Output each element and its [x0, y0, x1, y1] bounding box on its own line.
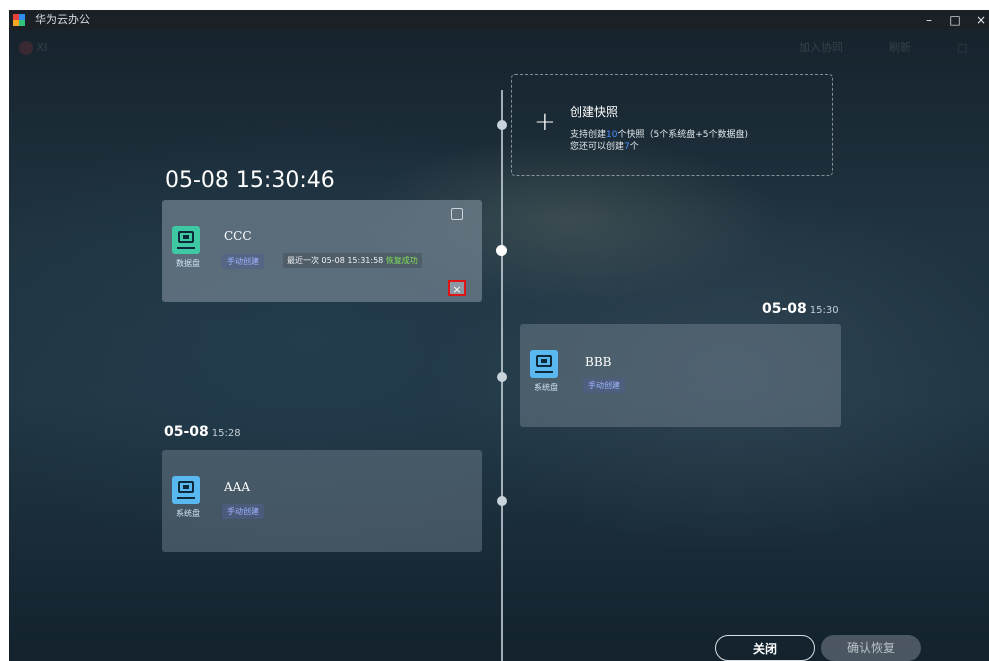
snapshot-remaining-text: 您还可以创建7个	[570, 142, 639, 152]
timeline-dot	[497, 120, 507, 130]
snapshot-card-bbb[interactable]: 系统盘 BBB 手动创建	[520, 324, 841, 427]
disk-type-label: 数据盘	[176, 259, 200, 268]
avatar-icon	[19, 41, 33, 55]
close-icon: ×	[452, 283, 462, 296]
close-window-button[interactable]: ×	[969, 10, 989, 30]
snapshot-name: CCC	[224, 229, 252, 243]
data-disk-icon	[172, 226, 200, 254]
confirm-restore-button[interactable]: 确认恢复	[821, 635, 921, 661]
snapshot-card-aaa[interactable]: 系统盘 AAA 手动创建	[162, 450, 482, 552]
timeline-dot	[497, 496, 507, 506]
create-snapshot-card[interactable]: + 创建快照 支持创建10个快照（5个系统盘+5个数据盘) 您还可以创建7个	[511, 74, 833, 176]
snapshot-name: AAA	[224, 480, 250, 494]
snapshot-time-heading: 05-08 15:28	[164, 424, 241, 440]
disk-type-label: 系统盘	[176, 509, 200, 518]
last-restore-info: 最近一次 05-08 15:31:58 恢复成功	[283, 253, 422, 268]
snapshot-time-heading: 05-08 15:30	[762, 301, 839, 317]
snapshot-time-heading: 05-08 15:30:46	[165, 168, 335, 193]
window-title: 华为云办公	[35, 13, 90, 26]
snapshot-card-ccc[interactable]: 数据盘 CCC 手动创建 最近一次 05-08 15:31:58 恢复成功 ×	[162, 200, 482, 302]
delete-snapshot-button[interactable]: ×	[448, 280, 466, 296]
refresh-button: 刷新	[889, 41, 911, 54]
close-button[interactable]: 关闭	[715, 635, 815, 661]
app-logo-icon	[13, 14, 26, 26]
user-menu: XI	[19, 32, 47, 64]
title-bar: 华为云办公 – □ ×	[9, 10, 989, 30]
create-snapshot-title: 创建快照	[570, 105, 619, 119]
lock-icon: □	[957, 41, 968, 54]
minimize-button[interactable]: –	[917, 10, 941, 30]
disk-type-label: 系统盘	[534, 383, 558, 392]
snapshot-name: BBB	[585, 355, 612, 369]
join-meeting-button: 加入协同	[799, 41, 843, 54]
manual-create-tag: 手动创建	[222, 504, 264, 519]
system-disk-icon	[530, 350, 558, 378]
timeline-dot-active	[496, 245, 507, 256]
select-checkbox[interactable]	[451, 208, 463, 220]
manual-create-tag: 手动创建	[583, 378, 625, 393]
maximize-button[interactable]: □	[943, 10, 967, 30]
manual-create-tag: 手动创建	[222, 254, 264, 269]
app-window: 华为云办公 – □ × XI 加入协同 刷新 □ + 创建快照 支持创建10个快…	[9, 10, 989, 661]
user-label: XI	[36, 41, 48, 54]
timeline-dot	[497, 372, 507, 382]
system-disk-icon	[172, 476, 200, 504]
plus-icon: +	[534, 107, 556, 137]
